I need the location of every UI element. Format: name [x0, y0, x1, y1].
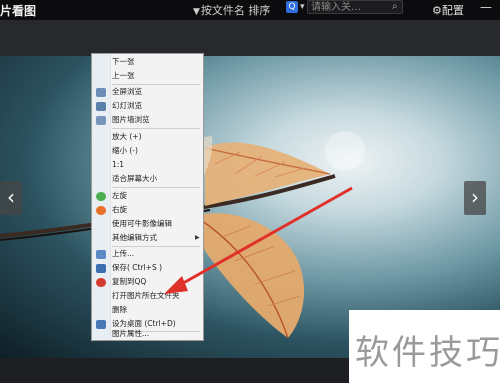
desktop-icon — [96, 320, 106, 329]
menu-item-upload[interactable]: 上传... — [112, 248, 134, 260]
photo-wall-icon — [96, 116, 106, 125]
sort-arrow-icon: ▼ — [193, 7, 200, 17]
menu-item-edit-keniu[interactable]: 使用可牛影像编辑 — [112, 218, 172, 230]
menu-item-zoom-in[interactable]: 放大 (+) — [112, 131, 142, 143]
qq-logo-icon[interactable]: Q — [286, 1, 298, 13]
menu-item-previous[interactable]: 上一张 — [112, 70, 135, 82]
qq-icon — [96, 278, 106, 287]
menu-item-properties[interactable]: 图片属性... — [112, 328, 149, 340]
toolbar-strip — [0, 20, 500, 56]
rotate-right-icon — [96, 206, 106, 215]
menu-item-save[interactable]: 保存( Ctrl+S ) — [112, 262, 162, 274]
menu-item-copy-to-qq[interactable]: 复制到QQ — [112, 276, 146, 288]
rotate-left-icon — [96, 192, 106, 201]
search-input[interactable]: 请输入关… — [307, 0, 403, 14]
sort-label: 按文件名 排序 — [200, 4, 271, 17]
menu-item-delete[interactable]: 删除 — [112, 304, 127, 316]
menu-separator — [112, 128, 200, 129]
search-icon[interactable]: ⌕ — [392, 1, 398, 12]
menu-item-fit-screen[interactable]: 适合屏幕大小 — [112, 173, 157, 185]
title-bar: 片看图 ▼按文件名 排序 Q ▾ 请输入关… ⌕ ⚙配置 — — [0, 0, 500, 20]
menu-item-rotate-right[interactable]: 右旋 — [112, 204, 127, 216]
watermark: 软件技巧 — [349, 310, 500, 383]
upload-icon — [96, 250, 106, 259]
menu-item-actual-size[interactable]: 1:1 — [112, 159, 124, 171]
menu-item-open-folder[interactable]: 打开图片所在文件夹 — [112, 290, 180, 302]
next-image-button[interactable]: › — [464, 181, 486, 215]
save-icon — [96, 264, 106, 273]
menu-item-other-edit[interactable]: 其他编辑方式 — [112, 232, 157, 244]
menu-item-photo-wall[interactable]: 图片墙浏览 — [112, 114, 150, 126]
menu-item-rotate-left[interactable]: 左旋 — [112, 190, 127, 202]
menu-separator — [112, 187, 200, 188]
menu-separator — [112, 246, 200, 247]
menu-item-slideshow[interactable]: 幻灯浏览 — [112, 100, 142, 112]
menu-item-zoom-out[interactable]: 缩小 (-) — [112, 145, 138, 157]
sort-dropdown[interactable]: ▼按文件名 排序 — [193, 2, 270, 18]
context-menu: 下一张 上一张 全屏浏览 幻灯浏览 图片墙浏览 放大 (+) 缩小 (-) 1:… — [91, 53, 204, 341]
gear-icon: ⚙ — [432, 4, 442, 17]
menu-item-fullscreen[interactable]: 全屏浏览 — [112, 86, 142, 98]
minimize-button[interactable]: — — [480, 0, 492, 14]
config-label: 配置 — [441, 4, 464, 17]
submenu-arrow-icon: ▶ — [195, 234, 200, 241]
chevron-down-icon[interactable]: ▾ — [300, 2, 305, 12]
app-title: 片看图 — [0, 4, 37, 18]
config-button[interactable]: ⚙配置 — [432, 2, 464, 18]
menu-item-next[interactable]: 下一张 — [112, 56, 135, 68]
previous-image-button[interactable]: ‹ — [0, 181, 22, 215]
fullscreen-icon — [96, 88, 106, 97]
menu-separator — [112, 84, 200, 85]
watermark-text: 软件技巧 — [355, 333, 500, 373]
slideshow-icon — [96, 102, 106, 111]
